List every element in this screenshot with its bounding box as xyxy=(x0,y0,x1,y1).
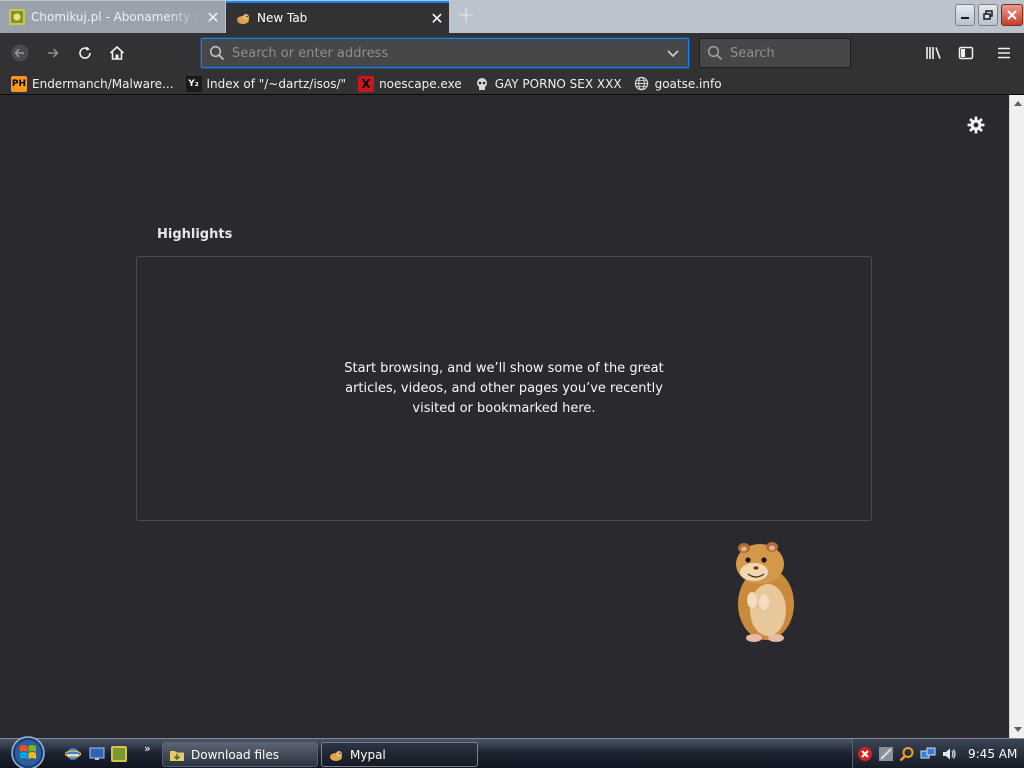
taskbar: » Download files Mypal 9:45 AM xyxy=(0,735,1024,768)
restore-button[interactable] xyxy=(978,4,998,26)
bookmark-goatse[interactable]: goatse.info xyxy=(634,76,722,92)
bookmark-index-dartz[interactable]: Y₂ Index of "/~dartz/isos/" xyxy=(185,75,347,92)
tray-search-icon[interactable] xyxy=(898,745,916,763)
taskbar-button-label: Download files xyxy=(191,747,279,762)
close-tab-icon[interactable]: ✕ xyxy=(201,8,225,27)
forward-button[interactable] xyxy=(39,39,67,67)
customize-gear-icon[interactable] xyxy=(966,115,986,135)
bookmark-label: Endermanch/Malware... xyxy=(32,76,174,91)
taskbar-button-mypal[interactable]: Mypal xyxy=(321,742,478,767)
navigation-toolbar xyxy=(0,33,1024,73)
hamburger-menu-icon xyxy=(998,47,1010,59)
address-input[interactable] xyxy=(232,39,658,67)
scroll-down-arrow-icon[interactable] xyxy=(1010,722,1024,738)
taskbar-button-download-files[interactable]: Download files xyxy=(162,742,318,767)
reload-button[interactable] xyxy=(71,39,99,67)
search-icon xyxy=(700,45,730,61)
new-tab-page: Highlights Start browsing, and we’ll sho… xyxy=(0,95,1009,738)
windows-start-orb-icon xyxy=(11,736,45,768)
forward-arrow-icon xyxy=(48,48,59,58)
vertical-scrollbar[interactable] xyxy=(1009,95,1024,738)
taskbar-button-label: Mypal xyxy=(350,747,386,762)
quicklaunch-app-icon[interactable] xyxy=(110,745,128,763)
close-window-button[interactable] xyxy=(1001,4,1023,26)
bookmark-label: noescape.exe xyxy=(379,76,462,91)
quicklaunch-desktop-icon[interactable] xyxy=(88,745,106,763)
bookmark-noescape[interactable]: X noescape.exe xyxy=(358,75,462,92)
home-icon xyxy=(109,45,125,60)
start-button[interactable] xyxy=(8,735,48,768)
chomikuj-icon xyxy=(9,9,25,25)
quicklaunch-ie-icon[interactable] xyxy=(64,745,82,763)
library-button[interactable] xyxy=(920,39,948,67)
highlights-heading: Highlights xyxy=(157,227,233,242)
close-icon xyxy=(1007,10,1017,20)
x-icon: X xyxy=(358,75,375,92)
network-icon[interactable] xyxy=(919,745,937,763)
sidebar-button[interactable] xyxy=(952,39,980,67)
skull-icon xyxy=(474,76,490,92)
tab-strip: Chomikuj.pl - Abonamenty iD ✕ New Tab ✕ … xyxy=(0,0,1024,33)
security-alert-icon[interactable] xyxy=(856,745,874,763)
bookmark-endermanch[interactable]: PH Endermanch/Malware... xyxy=(11,75,174,92)
tab-new-tab[interactable]: New Tab ✕ xyxy=(226,1,449,33)
highlights-section: Start browsing, and we’ll show some of t… xyxy=(136,256,872,521)
menu-button[interactable] xyxy=(990,39,1018,67)
new-tab-button[interactable]: + xyxy=(452,3,480,29)
tab-title: Chomikuj.pl - Abonamenty iD xyxy=(31,10,201,24)
tray-app-icon[interactable] xyxy=(877,745,895,763)
reload-icon xyxy=(79,46,91,59)
highlights-empty-message: Start browsing, and we’ll show some of t… xyxy=(344,360,664,416)
bookmarks-toolbar: PH Endermanch/Malware... Y₂ Index of "/~… xyxy=(0,73,1024,95)
clock[interactable]: 9:45 AM xyxy=(968,747,1017,761)
search-bar[interactable] xyxy=(699,38,900,68)
hamster-favicon xyxy=(235,10,251,26)
bookmark-label: goatse.info xyxy=(654,76,722,91)
sidebar-icon xyxy=(958,46,974,60)
ph-icon: PH xyxy=(11,75,27,92)
scroll-up-arrow-icon[interactable] xyxy=(1010,95,1024,111)
hamster-mascot xyxy=(724,538,800,646)
bookmark-label: Index of "/~dartz/isos/" xyxy=(206,76,347,91)
restore-icon xyxy=(983,10,993,20)
tab-chomikuj[interactable]: Chomikuj.pl - Abonamenty iD ✕ xyxy=(0,1,225,33)
quicklaunch-overflow-icon[interactable]: » xyxy=(144,742,151,755)
library-icon xyxy=(926,47,941,59)
bookmark-gay-porno[interactable]: GAY PORNO SEX XXX xyxy=(474,76,622,92)
tab-title: New Tab xyxy=(257,11,308,25)
search-input[interactable] xyxy=(730,39,900,67)
volume-icon[interactable] xyxy=(940,745,958,763)
system-tray: 9:45 AM xyxy=(852,739,1024,768)
folder-download-icon xyxy=(169,747,185,763)
back-button[interactable] xyxy=(6,39,34,67)
chevron-down-icon[interactable] xyxy=(658,46,688,60)
search-icon xyxy=(202,45,232,61)
bookmark-label: GAY PORNO SEX XXX xyxy=(494,76,622,91)
globe-icon xyxy=(634,76,650,92)
back-arrow-icon xyxy=(11,44,29,62)
minimize-icon xyxy=(961,17,969,19)
url-bar[interactable] xyxy=(201,38,689,68)
close-tab-icon[interactable]: ✕ xyxy=(425,9,449,28)
home-button[interactable] xyxy=(103,39,131,67)
minimize-button[interactable] xyxy=(955,4,975,26)
yp-icon: Y₂ xyxy=(185,75,202,92)
hamster-favicon xyxy=(328,747,344,763)
